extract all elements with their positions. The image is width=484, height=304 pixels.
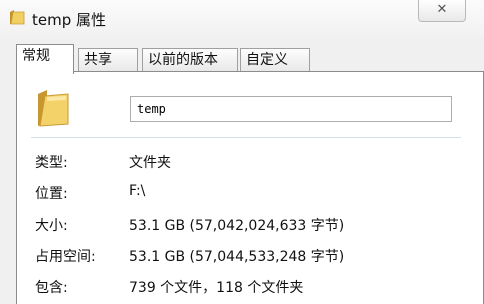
divider	[31, 137, 461, 138]
tab-sharing[interactable]: 共享	[78, 48, 138, 72]
general-panel: 类型: 文件夹 位置: F:\ 大小: 53.1 GB (57,042,024,…	[16, 71, 484, 304]
contains-label: 包含:	[35, 280, 68, 296]
size-value: 53.1 GB (57,042,024,633 字节)	[129, 218, 345, 234]
tab-previous-versions[interactable]: 以前的版本	[142, 48, 238, 72]
type-value: 文件夹	[129, 155, 171, 171]
tab-customize[interactable]: 自定义	[240, 48, 310, 72]
size-label: 大小:	[35, 218, 68, 234]
contains-value: 739 个文件，118 个文件夹	[129, 280, 304, 296]
size-on-disk-label: 占用空间:	[35, 249, 96, 265]
folder-icon	[8, 8, 26, 26]
folder-icon	[35, 88, 71, 128]
close-button[interactable]: ✕	[418, 0, 466, 22]
type-label: 类型:	[35, 155, 68, 171]
location-label: 位置:	[35, 186, 68, 202]
tab-general[interactable]: 常规	[16, 44, 74, 74]
location-value: F:\	[129, 183, 146, 199]
close-icon: ✕	[436, 2, 448, 17]
title-bar: temp 属性 ✕	[0, 0, 484, 38]
size-on-disk-value: 53.1 GB (57,044,533,248 字节)	[129, 249, 345, 265]
folder-name-input[interactable]	[130, 96, 452, 122]
window-title: temp 属性	[32, 11, 107, 29]
